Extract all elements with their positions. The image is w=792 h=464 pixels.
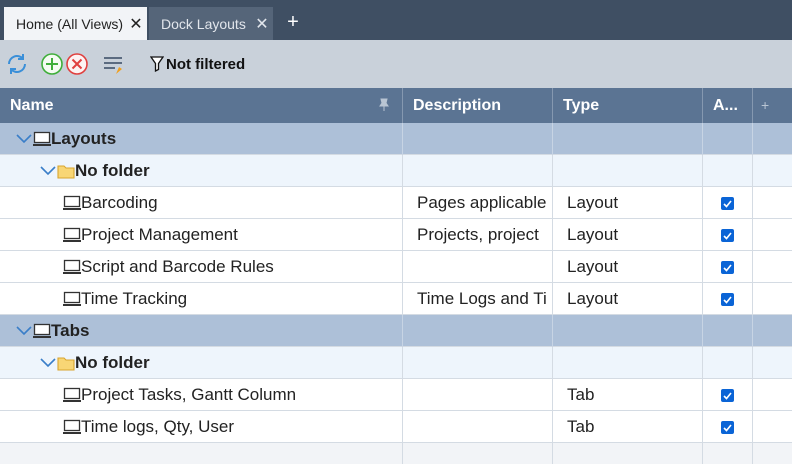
table-row[interactable]: Project Management Projects, project Lay… — [0, 219, 792, 251]
table-row[interactable]: Project Tasks, Gantt Column Tab — [0, 379, 792, 411]
group-label: Tabs — [51, 321, 90, 340]
close-icon[interactable]: ✕ — [251, 14, 273, 34]
name-cell: Time Tracking — [63, 283, 187, 315]
monitor-icon — [63, 227, 81, 243]
type-cell: Tab — [567, 385, 595, 404]
grid-empty-area — [0, 443, 792, 464]
table-row[interactable]: Script and Barcode Rules Layout — [0, 251, 792, 283]
tab-label: Home (All Views) — [16, 15, 124, 32]
folder-label: No folder — [75, 353, 150, 372]
name-cell: Barcoding — [63, 187, 158, 219]
tab-home-all-views[interactable]: Home (All Views) ✕ — [4, 7, 147, 40]
type-cell: Layout — [567, 257, 619, 276]
description-cell — [417, 251, 551, 283]
description-cell: Projects, project — [417, 225, 539, 244]
active-checkbox[interactable] — [721, 421, 734, 434]
monitor-icon — [33, 323, 51, 339]
add-tab-button[interactable]: + — [283, 9, 303, 35]
description-cell — [417, 411, 551, 443]
funnel-icon — [150, 56, 164, 72]
folder-row[interactable]: No folder — [0, 347, 792, 379]
grid-header: Name Description Type A... + — [0, 88, 792, 123]
chevron-down-icon[interactable] — [39, 357, 57, 369]
folder-header: No folder — [39, 347, 150, 379]
active-checkbox[interactable] — [721, 197, 734, 210]
delete-icon[interactable] — [65, 52, 89, 76]
group-header: Tabs — [15, 315, 89, 347]
folder-row[interactable]: No folder — [0, 155, 792, 187]
toolbar: Not filtered — [0, 40, 792, 88]
monitor-icon — [63, 419, 81, 435]
filter-status[interactable]: Not filtered — [150, 54, 245, 74]
folder-icon — [57, 356, 75, 371]
refresh-icon[interactable] — [5, 52, 29, 76]
active-checkbox[interactable] — [721, 293, 734, 306]
document-tab-bar: Home (All Views) ✕ Dock Layouts ✕ + — [0, 0, 792, 40]
tab-dock-layouts[interactable]: Dock Layouts ✕ — [149, 7, 273, 40]
active-checkbox[interactable] — [721, 389, 734, 402]
column-header-active[interactable]: A... — [703, 88, 753, 123]
views-grid: Layouts No folder Barcoding Pages applic… — [0, 123, 792, 464]
active-checkbox[interactable] — [721, 261, 734, 274]
name-cell: Time logs, Qty, User — [63, 411, 234, 443]
monitor-icon — [33, 131, 51, 147]
group-row-layouts[interactable]: Layouts — [0, 123, 792, 155]
type-cell: Layout — [567, 225, 619, 244]
chevron-down-icon[interactable] — [15, 133, 33, 145]
chevron-down-icon[interactable] — [39, 165, 57, 177]
monitor-icon — [63, 195, 81, 211]
folder-header: No folder — [39, 155, 150, 187]
description-cell: Time Logs and Ti — [417, 289, 547, 308]
chevron-down-icon[interactable] — [15, 325, 33, 337]
column-header-type[interactable]: Type — [553, 88, 703, 123]
folder-icon — [57, 164, 75, 179]
active-checkbox[interactable] — [721, 229, 734, 242]
type-cell: Layout — [567, 289, 619, 308]
add-icon[interactable] — [40, 52, 64, 76]
monitor-icon — [63, 259, 81, 275]
column-header-name[interactable]: Name — [0, 88, 403, 123]
folder-label: No folder — [75, 161, 150, 180]
table-row[interactable]: Barcoding Pages applicable Layout — [0, 187, 792, 219]
filter-label: Not filtered — [166, 55, 246, 73]
group-header: Layouts — [15, 123, 116, 155]
table-row[interactable]: Time logs, Qty, User Tab — [0, 411, 792, 443]
close-icon[interactable]: ✕ — [125, 14, 147, 34]
group-row-tabs[interactable]: Tabs — [0, 315, 792, 347]
name-cell: Script and Barcode Rules — [63, 251, 274, 283]
add-column-button[interactable]: + — [753, 88, 792, 123]
monitor-icon — [63, 291, 81, 307]
name-cell: Project Tasks, Gantt Column — [63, 379, 296, 411]
group-label: Layouts — [51, 129, 117, 148]
monitor-icon — [63, 387, 81, 403]
tab-label: Dock Layouts — [161, 15, 246, 32]
name-cell: Project Management — [63, 219, 238, 251]
description-cell: Pages applicable — [417, 193, 547, 212]
column-header-description[interactable]: Description — [403, 88, 553, 123]
description-cell — [417, 379, 551, 411]
pin-icon[interactable] — [378, 98, 390, 112]
table-row[interactable]: Time Tracking Time Logs and Ti Layout — [0, 283, 792, 315]
edit-list-icon[interactable] — [102, 52, 126, 76]
type-cell: Layout — [567, 193, 619, 212]
type-cell: Tab — [567, 417, 595, 436]
